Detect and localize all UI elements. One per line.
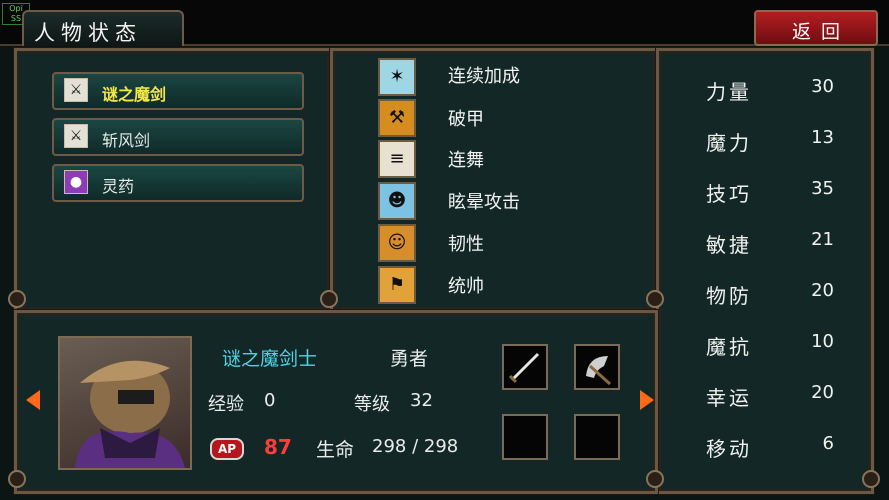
skill-name: 统帅 — [448, 276, 484, 297]
item-label: 谜之魔剑 — [102, 85, 167, 104]
equip-slot-accessory-1[interactable] — [502, 414, 548, 460]
toughness-icon[interactable]: ☺ — [378, 224, 416, 262]
stat-value: 35 — [811, 178, 834, 199]
stat-value: 13 — [811, 127, 834, 148]
ornament-icon — [646, 470, 664, 488]
stat-value: 30 — [811, 76, 834, 97]
character-title: 勇者 — [390, 348, 429, 370]
stat-row-luck: 幸运 20 — [706, 382, 834, 414]
class-name: 谜之魔剑士 — [222, 348, 318, 370]
stat-value: 10 — [811, 331, 834, 352]
stat-label: 移动 — [706, 437, 752, 461]
command-icon[interactable]: ⚑ — [378, 266, 416, 304]
back-button-label: 返回 — [792, 21, 851, 43]
skill-name: 连舞 — [448, 150, 484, 171]
level-label: 等级 — [354, 394, 390, 415]
prev-character-arrow-icon[interactable] — [26, 390, 40, 410]
equip-slot-accessory-2[interactable] — [574, 414, 620, 460]
stun-icon[interactable]: ☻ — [378, 182, 416, 220]
item-button-mystery-sword[interactable]: ⚔ 谜之魔剑 — [52, 72, 304, 110]
hp-label: 生命 — [316, 439, 355, 461]
stat-label: 魔抗 — [706, 335, 752, 359]
exp-value: 0 — [264, 390, 276, 411]
item-label: 斩风剑 — [102, 131, 151, 150]
page-title: 人物状态 — [34, 21, 142, 45]
equip-slot-armor[interactable] — [574, 344, 620, 390]
ornament-icon — [8, 290, 26, 308]
exp-label: 经验 — [208, 394, 244, 415]
hp-value: 298 / 298 — [372, 436, 459, 457]
ornament-icon — [862, 470, 880, 488]
next-character-arrow-icon[interactable] — [640, 390, 654, 410]
blade-icon[interactable]: ≡ — [378, 140, 416, 178]
skill-name: 连续加成 — [448, 66, 520, 87]
item-button-wind-sword[interactable]: ⚔ 斩风剑 — [52, 118, 304, 156]
stats-panel — [656, 48, 874, 494]
item-label: 灵药 — [102, 177, 135, 196]
ornament-icon — [320, 290, 338, 308]
axe-icon — [586, 356, 612, 386]
potion-icon: ● — [64, 170, 88, 194]
stat-row-agility: 敏捷 21 — [706, 229, 834, 261]
stat-label: 技巧 — [706, 182, 752, 206]
character-portrait — [58, 336, 192, 470]
sword-icon: ⚔ — [64, 124, 88, 148]
item-button-elixir[interactable]: ● 灵药 — [52, 164, 304, 202]
skill-name: 眩晕攻击 — [448, 192, 520, 213]
stat-label: 幸运 — [706, 386, 752, 410]
skill-name: 破甲 — [448, 109, 484, 130]
stat-label: 力量 — [706, 80, 752, 104]
stat-row-strength: 力量 30 — [706, 76, 834, 108]
ornament-icon — [8, 470, 26, 488]
stat-row-skill: 技巧 35 — [706, 178, 834, 210]
stat-label: 敏捷 — [706, 233, 752, 257]
burst-icon[interactable]: ✶ — [378, 58, 416, 96]
stat-value: 21 — [811, 229, 834, 250]
stat-label: 魔力 — [706, 131, 752, 155]
stat-row-phys-def: 物防 20 — [706, 280, 834, 312]
skill-name: 韧性 — [448, 234, 484, 255]
stat-row-move: 移动 6 — [706, 433, 834, 465]
ap-value: 87 — [264, 435, 292, 459]
sword-icon: ⚔ — [64, 78, 88, 102]
stat-value: 20 — [811, 280, 834, 301]
ap-badge: AP — [210, 438, 244, 460]
stat-label: 物防 — [706, 284, 752, 308]
hero-portrait-icon — [75, 360, 185, 468]
stat-row-mag-res: 魔抗 10 — [706, 331, 834, 363]
level-value: 32 — [410, 390, 433, 411]
ornament-icon — [646, 290, 664, 308]
stat-value: 20 — [811, 382, 834, 403]
armor-break-icon[interactable]: ⚒ — [378, 99, 416, 137]
stat-row-magic: 魔力 13 — [706, 127, 834, 159]
stat-value: 6 — [822, 433, 834, 454]
equip-slot-weapon[interactable] — [502, 344, 548, 390]
sword-icon — [508, 352, 540, 384]
